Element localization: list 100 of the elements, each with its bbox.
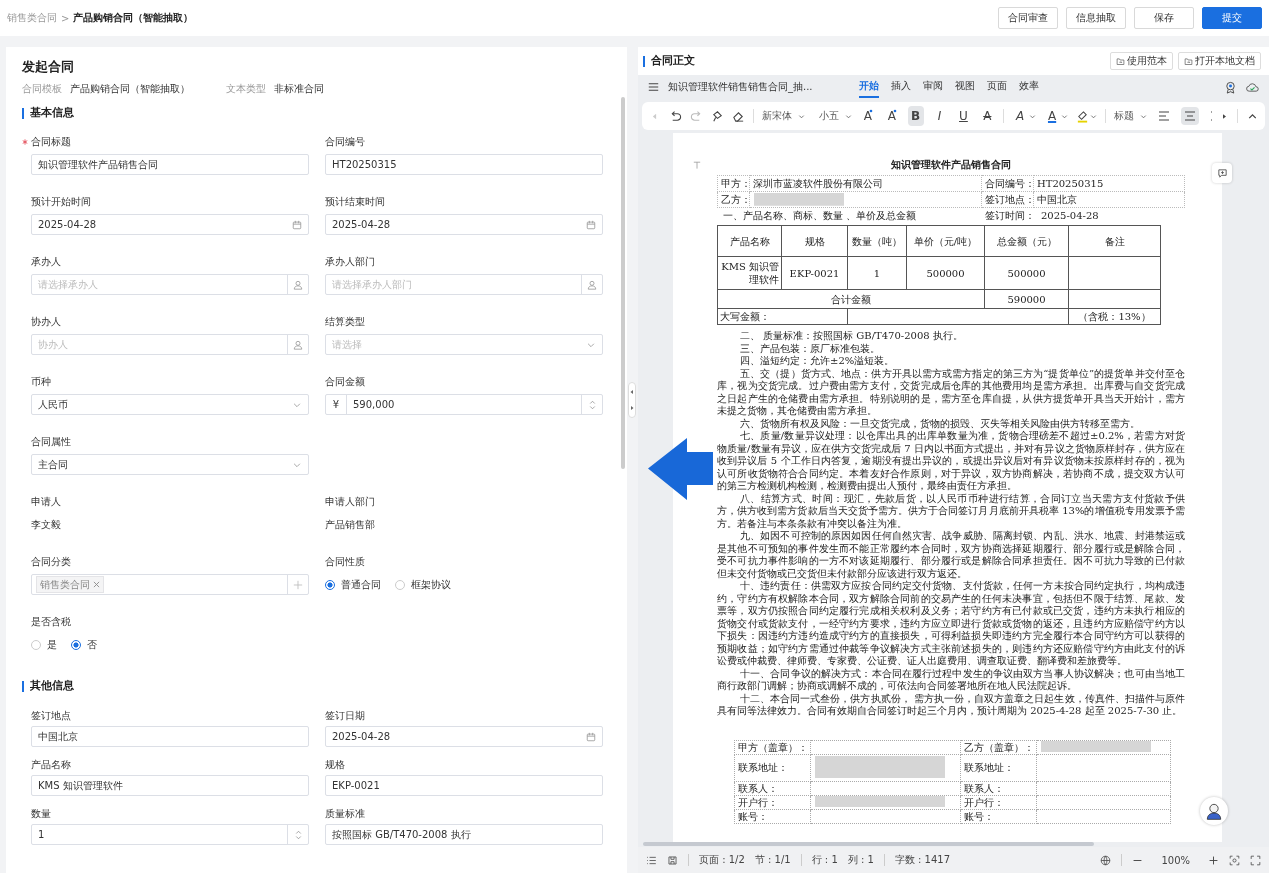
caret-icon[interactable] xyxy=(1029,112,1037,120)
menu-tab[interactable]: 插入 xyxy=(891,76,911,98)
field-value: 产品销售部 xyxy=(325,518,376,532)
field-label: 质量标准 xyxy=(325,807,365,821)
menu-tab[interactable]: 页面 xyxy=(987,76,1007,98)
field-label: 合同分类 xyxy=(31,555,71,569)
menu-tab[interactable]: 效率 xyxy=(1019,76,1039,98)
comment-icon xyxy=(1216,167,1228,179)
caret-icon[interactable] xyxy=(1061,112,1068,120)
list-icon[interactable] xyxy=(646,854,657,866)
dot-icon xyxy=(868,109,873,113)
text-effect-button[interactable]: A xyxy=(1012,106,1029,126)
caret-icon[interactable] xyxy=(1090,112,1097,120)
table-header-cell: 产品名称 xyxy=(717,225,782,257)
amount-field[interactable]: ¥ 590,000 xyxy=(325,394,603,415)
collapse-handle[interactable] xyxy=(628,382,636,418)
table-cell: 账号： xyxy=(734,809,811,823)
comment-button[interactable] xyxy=(1212,163,1232,183)
table-cell: 甲方： xyxy=(717,175,750,192)
table-header-cell: 总金额（元） xyxy=(984,225,1069,257)
menu-icon[interactable] xyxy=(648,82,659,92)
font-grow-button[interactable]: A xyxy=(860,106,876,126)
award-icon[interactable] xyxy=(1224,80,1237,94)
table-cell: （含税：13%） xyxy=(1068,308,1161,325)
font-color-button[interactable]: A xyxy=(1044,106,1060,126)
contract-clause: 八、结算方式、时间：现汇，先款后货，以人民币币种进行结算，合同订立当天需方支付货款予供方，供方收到需方货款后当天交货予需方。供方于合同签订月月底前开具税率 13%的增值税专用发票予需方。若备注与本条条款有冲突以备注为准。 xyxy=(717,492,1185,530)
field-label: 签订日期 xyxy=(325,709,365,723)
highlighter-icon[interactable] xyxy=(1076,109,1089,123)
header-button[interactable]: 信息抽取 xyxy=(1066,7,1126,29)
text-field[interactable]: 按照国标 GB/T470-2008 执行 xyxy=(325,824,603,845)
table-cell: 乙方（盖章）： xyxy=(960,740,1037,754)
radio-option[interactable]: 普通合同 xyxy=(325,577,381,592)
action-button[interactable]: 打开本地文档 xyxy=(1178,52,1261,70)
table-cell: 500000 xyxy=(906,256,985,290)
zoom-in-icon[interactable] xyxy=(1208,854,1219,866)
table-cell: 甲方（盖章）： xyxy=(734,740,811,754)
table-cell: 500000 xyxy=(984,256,1069,290)
table-header-cell: 规格 xyxy=(781,225,848,257)
table-cell: HT20250315 xyxy=(1033,175,1185,192)
radio-option[interactable]: 框架协议 xyxy=(395,577,451,592)
font-size-dropdown[interactable]: 小五 xyxy=(819,109,852,123)
menu-tab[interactable]: 视图 xyxy=(955,76,975,98)
field-label: 合同金额 xyxy=(325,375,365,389)
scrollbar-thumb[interactable] xyxy=(643,842,1094,846)
radio-option[interactable]: 是 xyxy=(31,637,57,652)
text-field[interactable]: 知识管理软件产品销售合同 xyxy=(31,154,309,175)
date-field[interactable]: 2025-04-28 xyxy=(325,726,603,747)
field-label: 合同属性 xyxy=(31,435,71,449)
caret-icon xyxy=(798,112,805,120)
format-painter-icon[interactable] xyxy=(711,109,724,123)
field-label: 合同标题 xyxy=(22,135,71,149)
date-field[interactable]: 2025-04-28 xyxy=(325,214,603,235)
radio-option[interactable]: 否 xyxy=(71,637,97,652)
table-cell: 联系人： xyxy=(734,781,811,795)
radio-button[interactable] xyxy=(71,639,81,650)
table-cell: 中国北京 xyxy=(1033,191,1185,208)
font-shrink-button[interactable]: A xyxy=(883,106,900,126)
close-icon[interactable] xyxy=(93,581,100,588)
bold-button[interactable]: B xyxy=(907,106,924,126)
fullscreen-icon[interactable] xyxy=(1250,854,1261,866)
text-field[interactable]: EKP-0021 xyxy=(325,775,603,796)
number-field[interactable]: 1 xyxy=(31,824,309,845)
contract-clause: 四、溢短约定：允许±2%溢短装。 xyxy=(739,355,896,368)
action-button[interactable]: 使用范本 xyxy=(1110,52,1173,70)
menu-tab[interactable]: 开始 xyxy=(859,76,879,98)
text-field[interactable]: 中国北京 xyxy=(31,726,309,747)
header-button[interactable]: 提交 xyxy=(1202,7,1262,29)
assistant-avatar[interactable] xyxy=(1200,797,1228,825)
contract-clause: 二、 质量标准：按照国标 GB/T470-2008 执行。 xyxy=(739,330,964,343)
select-field[interactable]: 主合同 xyxy=(31,454,309,475)
eraser-icon[interactable] xyxy=(732,109,745,123)
italic-button[interactable]: I xyxy=(931,106,948,126)
field-label: 签订地点 xyxy=(31,709,71,723)
calendar-icon xyxy=(292,219,302,230)
table-header-cell: 单价（元/吨） xyxy=(906,225,985,257)
select-field[interactable]: 人民币 xyxy=(31,394,309,415)
scrollbar-thumb[interactable] xyxy=(621,97,625,469)
table-cell: 深圳市蓝凌软件股份有限公司 xyxy=(749,175,982,192)
field-label: 协办人 xyxy=(31,315,61,329)
table-cell: 开户行： xyxy=(960,795,1037,809)
radio-button[interactable] xyxy=(325,579,335,590)
text-field[interactable]: HT20250315 xyxy=(325,154,603,175)
section-marker xyxy=(22,107,24,119)
globe-icon[interactable] xyxy=(1100,854,1112,866)
header-button[interactable]: 保存 xyxy=(1134,7,1194,29)
save-icon[interactable] xyxy=(667,854,678,866)
header-button[interactable]: 合同审查 xyxy=(998,7,1058,29)
text-marker-icon xyxy=(693,161,701,169)
clause-heading: 一、产品名称、商标、数量 、单价及总金额 xyxy=(723,209,918,223)
date-field[interactable]: 2025-04-28 xyxy=(31,214,309,235)
cloud-check-icon[interactable] xyxy=(1246,80,1259,94)
heading-dropdown[interactable]: 标题 xyxy=(1114,109,1147,123)
undo-icon[interactable] xyxy=(669,109,682,123)
font-dropdown[interactable]: 新宋体 xyxy=(762,109,805,123)
align-center-icon[interactable] xyxy=(1181,107,1199,125)
fit-page-icon[interactable] xyxy=(1229,854,1240,866)
text-field[interactable]: KMS 知识管理软件 xyxy=(31,775,309,796)
strikethrough-button[interactable]: A xyxy=(979,106,996,126)
menu-tab[interactable]: 审阅 xyxy=(923,76,943,98)
underline-button[interactable]: U xyxy=(955,106,972,126)
